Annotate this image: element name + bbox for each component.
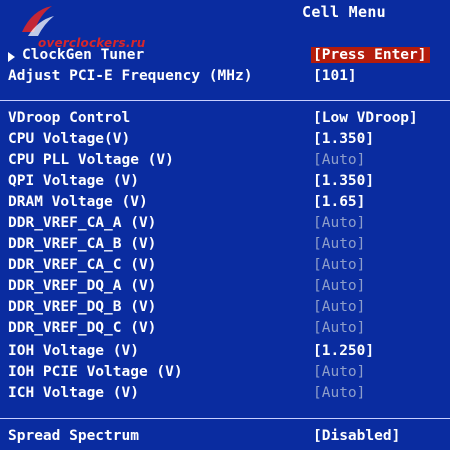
menu-item-clockgen-tuner[interactable]: ClockGen Tuner [Press Enter] [8,47,442,67]
setting-value[interactable]: [Auto] [313,215,365,231]
setting-value[interactable]: [Auto] [313,299,365,315]
setting-label: DDR_VREF_DQ_B (V) [8,299,157,315]
setting-value[interactable]: [Low VDroop] [313,110,418,126]
setting-value-selected[interactable]: [Press Enter] [311,47,430,63]
menu-item-ioh-voltage[interactable]: IOH Voltage (V) [1.250] [8,343,442,363]
submenu-arrow-icon [8,52,15,62]
setting-label: IOH PCIE Voltage (V) [8,364,183,380]
section-divider [0,100,450,101]
setting-value[interactable]: [Disabled] [313,428,400,444]
setting-label: DDR_VREF_CA_C (V) [8,257,157,273]
setting-label: CPU PLL Voltage (V) [8,152,174,168]
setting-label: QPI Voltage (V) [8,173,139,189]
menu-item-ddr-vref-ca-a[interactable]: DDR_VREF_CA_A (V) [Auto] [8,215,442,235]
setting-label: DDR_VREF_CA_A (V) [8,215,157,231]
setting-value[interactable]: [Auto] [313,320,365,336]
setting-label: DDR_VREF_DQ_A (V) [8,278,157,294]
menu-item-ddr-vref-dq-a[interactable]: DDR_VREF_DQ_A (V) [Auto] [8,278,442,298]
menu-item-cpu-voltage[interactable]: CPU Voltage(V) [1.350] [8,131,442,151]
menu-item-ddr-vref-ca-b[interactable]: DDR_VREF_CA_B (V) [Auto] [8,236,442,256]
setting-label: CPU Voltage(V) [8,131,131,147]
setting-value[interactable]: [Auto] [313,364,365,380]
setting-value[interactable]: [1.350] [313,131,374,147]
setting-label: VDroop Control [8,110,131,126]
menu-item-cpu-pll-voltage[interactable]: CPU PLL Voltage (V) [Auto] [8,152,442,172]
setting-value[interactable]: [Auto] [313,152,365,168]
setting-value[interactable]: [Auto] [313,236,365,252]
setting-label: ICH Voltage (V) [8,385,139,401]
menu-item-ich-voltage[interactable]: ICH Voltage (V) [Auto] [8,385,442,405]
setting-label: DDR_VREF_CA_B (V) [8,236,157,252]
setting-value[interactable]: [101] [313,68,357,84]
bios-screen: Cell Menu overclockers.ru ClockGen Tuner… [0,0,450,450]
setting-label: IOH Voltage (V) [8,343,139,359]
menu-item-ioh-pcie-voltage[interactable]: IOH PCIE Voltage (V) [Auto] [8,364,442,384]
section-divider [0,418,450,419]
setting-label: Adjust PCI-E Frequency (MHz) [8,68,253,84]
setting-label: DDR_VREF_DQ_C (V) [8,320,157,336]
watermark: overclockers.ru [18,6,148,50]
menu-item-ddr-vref-dq-b[interactable]: DDR_VREF_DQ_B (V) [Auto] [8,299,442,319]
setting-label: ClockGen Tuner [22,47,145,63]
menu-item-ddr-vref-dq-c[interactable]: DDR_VREF_DQ_C (V) [Auto] [8,320,442,340]
setting-value[interactable]: [Auto] [313,257,365,273]
setting-label: DRAM Voltage (V) [8,194,148,210]
menu-item-dram-voltage[interactable]: DRAM Voltage (V) [1.65] [8,194,442,214]
setting-value[interactable]: [Auto] [313,278,365,294]
setting-value[interactable]: [1.65] [313,194,365,210]
setting-label: Spread Spectrum [8,428,139,444]
menu-item-pcie-frequency[interactable]: Adjust PCI-E Frequency (MHz) [101] [8,68,442,88]
menu-item-vdroop-control[interactable]: VDroop Control [Low VDroop] [8,110,442,130]
setting-value[interactable]: [Auto] [313,385,365,401]
setting-value[interactable]: [1.250] [313,343,374,359]
page-title: Cell Menu [302,3,386,21]
menu-item-ddr-vref-ca-c[interactable]: DDR_VREF_CA_C (V) [Auto] [8,257,442,277]
menu-item-qpi-voltage[interactable]: QPI Voltage (V) [1.350] [8,173,442,193]
menu-item-spread-spectrum[interactable]: Spread Spectrum [Disabled] [8,428,442,448]
setting-value[interactable]: [1.350] [313,173,374,189]
